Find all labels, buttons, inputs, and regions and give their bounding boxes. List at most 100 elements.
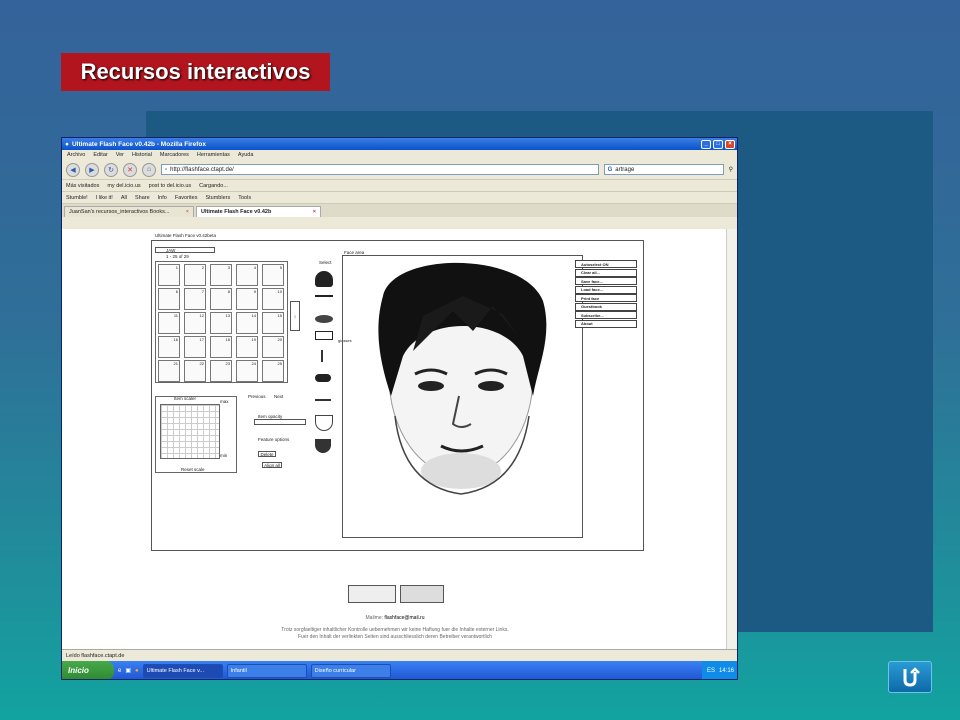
stumble-button[interactable]: Stumble!	[66, 195, 88, 201]
language-indicator[interactable]: ES	[707, 668, 715, 674]
feature-thumb[interactable]: 24	[236, 360, 258, 382]
feature-thumb[interactable]: 9	[236, 288, 258, 310]
opacity-slider[interactable]	[254, 419, 306, 425]
task-infantil[interactable]: Infantil	[226, 663, 307, 678]
mail-link[interactable]: flashface@mail.ru	[384, 615, 424, 621]
feature-thumb[interactable]: 25	[262, 360, 284, 382]
menu-marcadores[interactable]: Marcadores	[160, 152, 189, 158]
feature-thumb[interactable]: 23	[210, 360, 232, 382]
item-scaler-label: Item scaler	[174, 396, 197, 401]
feature-thumb[interactable]: 12	[184, 312, 206, 334]
feature-thumb[interactable]: 18	[210, 336, 232, 358]
face-area-canvas[interactable]: Face area	[342, 250, 583, 538]
feature-thumb[interactable]: 15	[262, 312, 284, 334]
menu-subscribe[interactable]: Subscribe...	[575, 311, 637, 319]
bookmark-my-delicious[interactable]: my del.icio.us	[107, 183, 140, 189]
bookmark-post-delicious[interactable]: post to del.icio.us	[149, 183, 192, 189]
tools-button[interactable]: Tools	[238, 195, 251, 201]
menu-ver[interactable]: Ver	[116, 152, 124, 158]
windows-taskbar: Inicio e ▣ ● Ultimate Flash Face v... In…	[62, 661, 737, 679]
bookmark-mas-visitados[interactable]: Más visitados	[66, 183, 99, 189]
menu-guestbook[interactable]: Guestbook	[575, 302, 637, 311]
menu-clear-all[interactable]: Clear all...	[575, 268, 637, 277]
feature-thumb[interactable]: 11	[158, 312, 180, 334]
feature-thumb[interactable]: 22	[184, 360, 206, 382]
feature-thumb[interactable]: 14	[236, 312, 258, 334]
start-button[interactable]: Inicio	[62, 661, 114, 679]
close-button[interactable]: ×	[725, 139, 735, 149]
close-icon[interactable]: ×	[186, 209, 189, 215]
reload-icon[interactable]: ↻	[104, 162, 118, 177]
back-arrow-icon[interactable]: ◀	[66, 162, 80, 177]
glasses-category-icon[interactable]	[315, 331, 333, 340]
bookmark-cargando[interactable]: Cargando...	[199, 183, 228, 189]
lips-category-icon[interactable]	[315, 396, 331, 401]
quicklaunch-desktop-icon[interactable]: ▣	[125, 667, 131, 674]
delete-button[interactable]: Delete	[258, 451, 276, 457]
page-indicator: 1 - 25 of 29	[166, 254, 189, 259]
feature-thumb[interactable]: 5	[262, 264, 284, 286]
feature-thumb[interactable]: 19	[236, 336, 258, 358]
menu-archivo[interactable]: Archivo	[67, 152, 85, 158]
close-icon[interactable]: ×	[313, 209, 316, 215]
menu-ayuda[interactable]: Ayuda	[238, 152, 254, 158]
feature-thumb[interactable]: 13	[210, 312, 232, 334]
info-button[interactable]: Info	[158, 195, 167, 201]
feature-thumb[interactable]: 1	[158, 264, 180, 286]
quicklaunch-ie-icon[interactable]: e	[118, 668, 121, 674]
menu-editar[interactable]: Editar	[93, 152, 107, 158]
feature-thumb[interactable]: 7	[184, 288, 206, 310]
return-button[interactable]	[888, 661, 932, 693]
vertical-scrollbar[interactable]	[726, 229, 737, 649]
nose-category-icon[interactable]	[321, 350, 327, 362]
tab-recursos[interactable]: JuanSan's recursos_interactivos Books...…	[64, 206, 194, 217]
previous-button[interactable]: Previous	[248, 394, 266, 399]
url-input[interactable]: ▫ http://flashface.ctapt.de/	[161, 164, 599, 175]
task-diseno[interactable]: Diseño curricular	[310, 663, 391, 678]
stumblers-button[interactable]: Stumblers	[205, 195, 230, 201]
menu-autoselect[interactable]: Autoselect ON	[575, 260, 637, 268]
eyebrows-category-icon[interactable]	[315, 295, 333, 301]
search-icon[interactable]: ⚲	[729, 166, 733, 173]
stop-icon[interactable]: ✕	[123, 162, 137, 177]
feature-selector[interactable]: JAW	[155, 247, 215, 253]
menu-historial[interactable]: Historial	[132, 152, 152, 158]
align-button[interactable]: Align all	[262, 462, 282, 468]
forward-arrow-icon[interactable]: ▶	[85, 162, 99, 177]
reset-scale-button[interactable]: Reset scale	[181, 467, 205, 472]
task-firefox[interactable]: Ultimate Flash Face v...	[142, 663, 223, 678]
feature-thumb[interactable]: 17	[184, 336, 206, 358]
feature-thumb[interactable]: 2	[184, 264, 206, 286]
scaler-grid[interactable]	[160, 404, 220, 459]
feature-thumb[interactable]: 6	[158, 288, 180, 310]
feature-thumb[interactable]: 8	[210, 288, 232, 310]
moustache-category-icon[interactable]	[315, 374, 331, 382]
maximize-button[interactable]: □	[713, 139, 723, 149]
menu-load-face[interactable]: Load face...	[575, 285, 637, 294]
feature-thumb[interactable]: 4	[236, 264, 258, 286]
eyes-category-icon[interactable]	[315, 315, 333, 323]
share-button[interactable]: Share	[135, 195, 150, 201]
feature-thumb[interactable]: 21	[158, 360, 180, 382]
menu-save-face[interactable]: Save face...	[575, 277, 637, 285]
feature-thumb[interactable]: 10	[262, 288, 284, 310]
minimize-button[interactable]: _	[701, 139, 711, 149]
feature-thumb[interactable]: 3	[210, 264, 232, 286]
like-button[interactable]: I like it!	[96, 195, 113, 201]
next-button[interactable]: Next	[274, 394, 283, 399]
favorites-button[interactable]: Favorites	[175, 195, 198, 201]
hair-category-icon[interactable]	[315, 271, 333, 287]
menu-about[interactable]: About	[575, 319, 637, 328]
menu-print-face[interactable]: Print face	[575, 294, 637, 302]
quicklaunch-firefox-icon[interactable]: ●	[135, 668, 139, 674]
scroll-handle[interactable]: ↕	[290, 301, 300, 331]
feature-thumb[interactable]: 20	[262, 336, 284, 358]
beard-category-icon[interactable]	[315, 439, 331, 453]
tab-flashface[interactable]: Ultimate Flash Face v0.42b ×	[196, 206, 321, 217]
jaw-category-icon[interactable]	[315, 415, 333, 431]
menu-herramientas[interactable]: Herramientas	[197, 152, 230, 158]
search-input[interactable]: G artrage	[603, 164, 724, 175]
feature-thumb[interactable]: 16	[158, 336, 180, 358]
home-icon[interactable]: ⌂	[142, 162, 156, 177]
all-button[interactable]: All	[121, 195, 127, 201]
